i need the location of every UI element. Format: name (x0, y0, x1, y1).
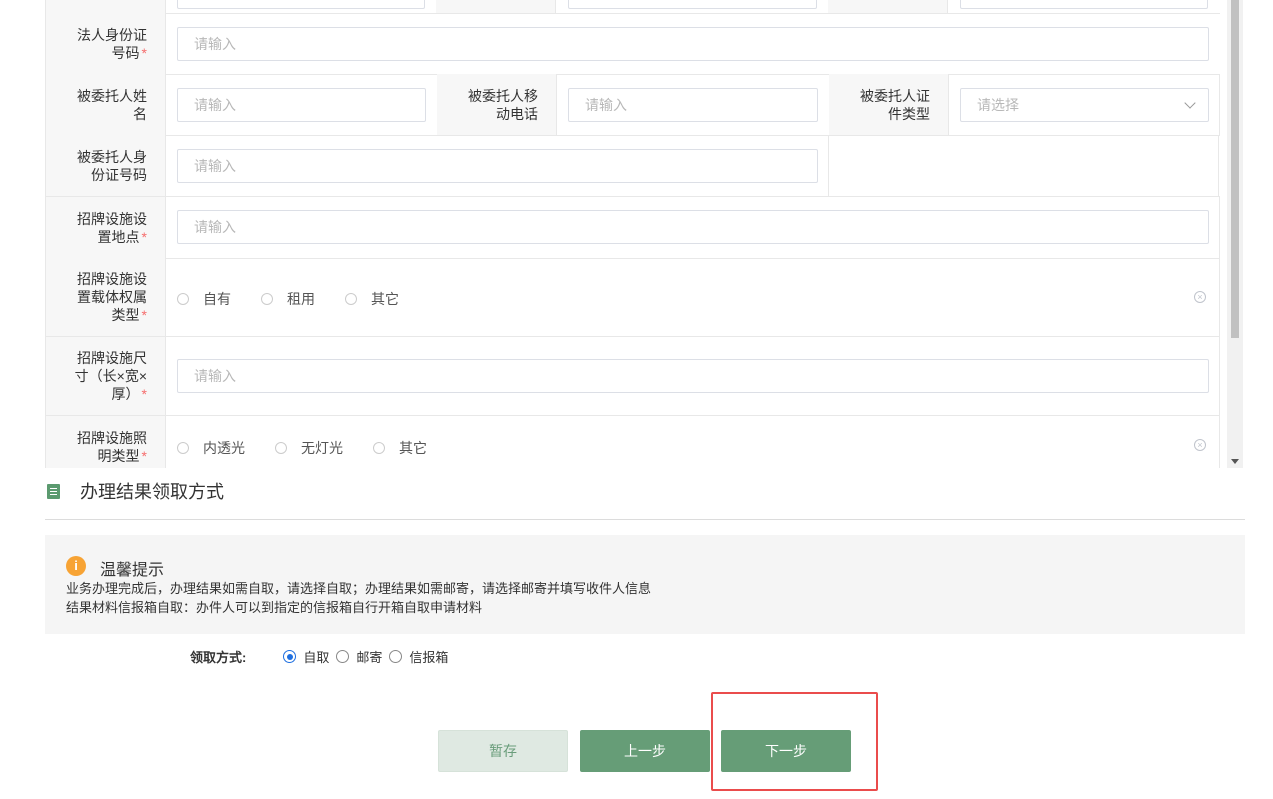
delegate-id-label: 被委托人身份证号码 (46, 135, 166, 196)
delegate-name-label: 被委托人姓名 (46, 74, 166, 135)
radio-option[interactable]: 其它 (373, 438, 427, 458)
save-draft-button[interactable]: 暂存 (438, 730, 568, 772)
radio-option[interactable]: 自有 (177, 289, 231, 309)
radio-circle[interactable] (336, 650, 350, 663)
info-icon: i (66, 556, 86, 576)
radio-circle[interactable] (261, 293, 273, 305)
radio-option[interactable]: 租用 (261, 289, 315, 309)
carrier-type-label: 招牌设施设置载体权属类型 * (46, 258, 166, 336)
previous-step-button[interactable]: 上一步 (580, 730, 710, 772)
carrier-type-radio-group: 自有 租用 其它 (177, 289, 429, 309)
document-icon (47, 483, 60, 499)
lighting-label: 招牌设施照明类型 * (46, 416, 166, 468)
form-label-partial-3 (828, 0, 948, 13)
radio-circle[interactable] (373, 442, 385, 454)
pickup-label: 领取方式: (190, 650, 247, 665)
radio-option[interactable]: 无灯光 (275, 438, 343, 458)
delegate-phone-label: 被委托人移动电话 (437, 74, 557, 135)
form-row-carrier-type: 招牌设施设置载体权属类型 * 自有 租用 其它 × (45, 258, 1220, 337)
form-row-delegate: 被委托人姓名 请输入 被委托人移动电话 请输入 被委托人证件类型 请选择 (45, 74, 1220, 136)
radio-circle[interactable] (275, 442, 287, 454)
delegate-idtype-select[interactable]: 请选择 (960, 88, 1209, 122)
partial-input-3[interactable] (960, 0, 1208, 9)
partial-input-2[interactable] (568, 0, 817, 9)
scrollbar-thumb[interactable] (1231, 0, 1239, 338)
legal-id-label: 法人身份证号码 * (46, 13, 166, 74)
delegate-idtype-label: 被委托人证件类型 (829, 74, 949, 135)
pickup-option-self[interactable]: 自取 (283, 647, 329, 666)
radio-circle[interactable] (177, 442, 189, 454)
scrollbar[interactable] (1227, 0, 1243, 468)
form-row-size: 招牌设施尺寸（长×宽×厚） * 请输入 (45, 337, 1220, 416)
section-divider (45, 519, 1245, 520)
tip-text-line-1: 业务办理完成后，办理结果如需自取，请选择自取；办理结果如需邮寄，请选择邮寄并填写… (66, 581, 652, 596)
clear-icon[interactable]: × (1194, 291, 1206, 303)
partial-input-1[interactable] (177, 0, 425, 9)
delegate-id-input[interactable]: 请输入 (177, 149, 818, 183)
radio-circle[interactable] (345, 293, 357, 305)
chevron-down-icon (1184, 97, 1196, 109)
delegate-phone-input[interactable]: 请输入 (568, 88, 818, 122)
pickup-method: 领取方式: 自取 邮寄 信报箱 (190, 647, 455, 666)
form-scroll-area[interactable]: 法人身份证号码 * 请输入 被委托人姓名 请输入 被委托人移动电话 请输入 被委托… (45, 0, 1245, 468)
radio-option[interactable]: 其它 (345, 289, 399, 309)
form-row-lighting: 招牌设施照明类型 * 内透光 无灯光 其它 × (45, 416, 1220, 468)
size-input[interactable]: 请输入 (177, 359, 1209, 393)
sign-location-label: 招牌设施设置地点 * (46, 197, 166, 258)
section-header: 办理结果领取方式 (45, 478, 224, 504)
form-row-sign-location: 招牌设施设置地点 * 请输入 (45, 196, 1220, 259)
tip-text-line-2: 结果材料信报箱自取：办件人可以到指定的信报箱自行开箱自取申请材料 (66, 600, 483, 615)
scroll-down-arrow-icon[interactable] (1231, 459, 1239, 464)
radio-option[interactable]: 内透光 (177, 438, 245, 458)
sign-location-input[interactable]: 请输入 (177, 210, 1209, 244)
delegate-name-input[interactable]: 请输入 (177, 88, 426, 122)
radio-circle[interactable] (177, 293, 189, 305)
radio-circle[interactable] (389, 650, 403, 663)
form-row-partial (45, 0, 1220, 14)
tip-box: i 温馨提示 业务办理完成后，办理结果如需自取，请选择自取；办理结果如需邮寄，请… (45, 535, 1245, 634)
pickup-option-mail[interactable]: 邮寄 (336, 647, 382, 666)
pickup-option-mailbox[interactable]: 信报箱 (389, 647, 448, 666)
section-title: 办理结果领取方式 (80, 482, 224, 502)
tip-title: 温馨提示 (100, 562, 165, 579)
clear-icon[interactable]: × (1194, 439, 1206, 451)
form-row-legal-id: 法人身份证号码 * 请输入 (45, 13, 1220, 75)
lighting-radio-group: 内透光 无灯光 其它 (177, 438, 457, 458)
radio-selected[interactable] (283, 650, 297, 663)
legal-id-input[interactable]: 请输入 (177, 27, 1209, 61)
size-label: 招牌设施尺寸（长×宽×厚） * (46, 337, 166, 415)
highlight-box (711, 692, 878, 791)
form-label-partial-2 (436, 0, 556, 13)
form-label-partial (46, 0, 166, 13)
form-row-delegate-id: 被委托人身份证号码 请输入 (45, 135, 829, 197)
